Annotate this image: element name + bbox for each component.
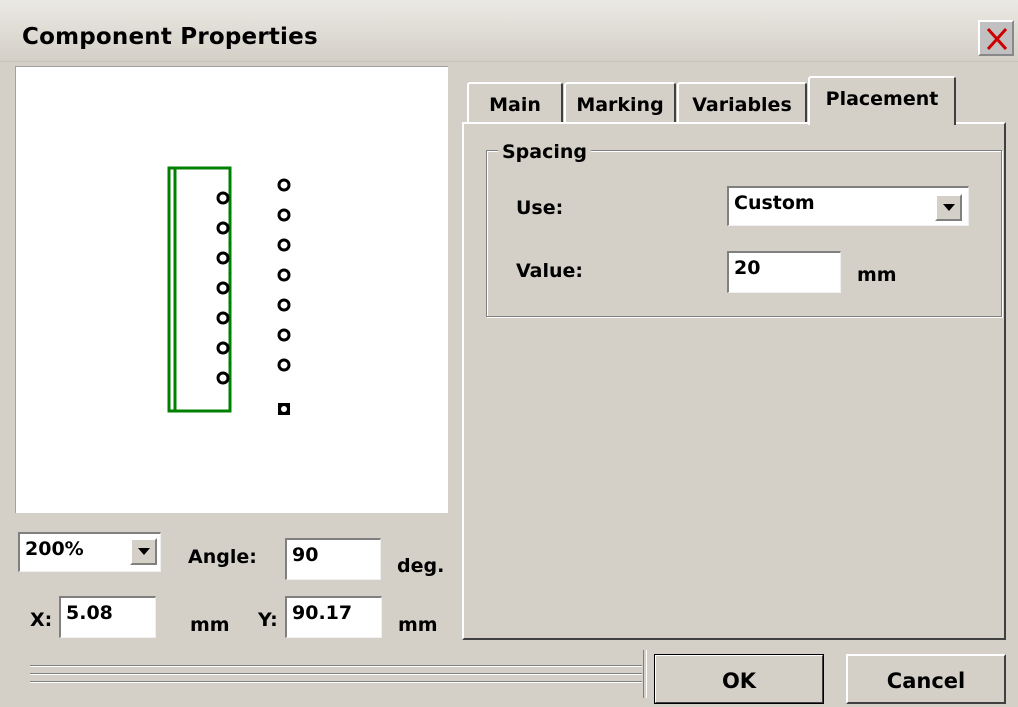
use-value: Custom xyxy=(734,192,815,214)
ok-button-label: OK xyxy=(721,669,757,693)
pin-pad xyxy=(216,371,230,385)
chevron-down-icon xyxy=(138,548,150,555)
pin-1-hole xyxy=(281,406,287,412)
x-value: 5.08 xyxy=(66,602,113,624)
footprint-drawing xyxy=(167,166,291,415)
angle-input[interactable]: 90 xyxy=(285,538,381,580)
pin-pad xyxy=(277,238,291,252)
cancel-button-label: Cancel xyxy=(886,669,966,693)
use-dropdown-button[interactable] xyxy=(935,194,962,221)
pin-pad xyxy=(216,341,230,355)
pin-pad xyxy=(277,178,291,192)
angle-unit: deg. xyxy=(397,555,445,577)
outline-dot xyxy=(228,241,232,245)
pin-pad xyxy=(216,221,230,235)
pin-pad xyxy=(216,281,230,295)
cancel-button[interactable]: Cancel xyxy=(846,654,1006,704)
window-title: Component Properties xyxy=(22,24,318,50)
outline-dot xyxy=(228,211,232,215)
y-unit: mm xyxy=(398,614,438,636)
y-value: 90.17 xyxy=(292,602,353,624)
spacing-value: 20 xyxy=(734,257,761,279)
pin-pad xyxy=(277,298,291,312)
y-input[interactable]: 90.17 xyxy=(285,596,382,638)
x-label: X: xyxy=(30,609,53,631)
pin-pad xyxy=(277,268,291,282)
ok-button[interactable]: OK xyxy=(654,654,824,704)
value-label: Value: xyxy=(516,260,584,282)
status-bar xyxy=(30,665,642,687)
x-unit: mm xyxy=(190,614,230,636)
zoom-value: 200% xyxy=(25,538,84,560)
angle-label: Angle: xyxy=(188,546,257,568)
tab-marking-label: Marking xyxy=(576,94,664,116)
tab-marking[interactable]: Marking xyxy=(564,82,676,124)
tab-main[interactable]: Main xyxy=(467,82,563,124)
y-label: Y: xyxy=(258,609,278,631)
spacing-value-input[interactable]: 20 xyxy=(727,251,841,293)
pin-pad xyxy=(216,251,230,265)
pin-pad xyxy=(277,208,291,222)
pin-pad xyxy=(277,358,291,372)
tab-placement[interactable]: Placement xyxy=(808,76,956,125)
x-input[interactable]: 5.08 xyxy=(59,596,156,638)
spacing-group-title: Spacing xyxy=(498,141,592,163)
outline-dot xyxy=(228,331,232,335)
angle-value: 90 xyxy=(292,544,319,566)
pin-pad xyxy=(216,191,230,205)
spacing-unit: mm xyxy=(857,264,897,286)
pin-pad xyxy=(216,311,230,325)
outline-dot xyxy=(228,301,232,305)
tab-variables[interactable]: Variables xyxy=(677,82,807,124)
close-button[interactable] xyxy=(978,20,1014,56)
component-preview xyxy=(15,66,448,513)
tab-main-label: Main xyxy=(489,94,541,116)
pin-pad xyxy=(277,328,291,342)
use-combo[interactable]: Custom xyxy=(727,186,969,226)
close-x-icon xyxy=(986,27,1008,51)
chevron-down-icon xyxy=(943,204,955,211)
status-separator xyxy=(643,650,647,698)
title-bar: Component Properties xyxy=(0,0,1018,62)
tab-placement-label: Placement xyxy=(825,88,939,110)
tab-variables-label: Variables xyxy=(692,94,792,116)
outline-dot xyxy=(228,361,232,365)
zoom-dropdown-button[interactable] xyxy=(130,538,157,565)
outline-dot xyxy=(228,271,232,275)
use-label: Use: xyxy=(516,197,564,219)
